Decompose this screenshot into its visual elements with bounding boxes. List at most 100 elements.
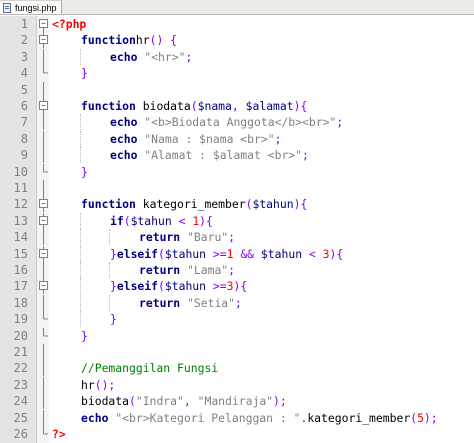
- code-line[interactable]: 19}: [0, 311, 474, 328]
- code-token: }: [81, 164, 88, 179]
- code-text: }elseif($tahun >=1 && $tahun < 3){: [110, 246, 343, 262]
- code-token: $tahun: [260, 246, 303, 261]
- code-line[interactable]: 25 echo "<br>Kategori Pelanggan : ".kateg…: [0, 409, 474, 426]
- code-line[interactable]: 2 functionhr() {: [0, 32, 474, 49]
- fold-line-icon: [38, 229, 49, 246]
- line-number: 19: [13, 312, 28, 327]
- indent-guide: [80, 130, 81, 147]
- code-token: (: [123, 213, 131, 228]
- code-token: $tahun: [130, 213, 172, 228]
- code-line[interactable]: 7 echo "<b>Biodata Anggota</b><br>";: [0, 114, 474, 131]
- code-line[interactable]: 3 echo "<hr>";: [0, 48, 474, 65]
- code-line[interactable]: 17}elseif($tahun >=3){: [0, 278, 474, 295]
- code-text: echo "Alamat : $alamat <br>";: [110, 147, 309, 163]
- fold-line-icon: [38, 65, 49, 81]
- code-text: functionhr() {: [81, 32, 177, 48]
- line-number: 20: [13, 328, 28, 343]
- indent-guide: [80, 262, 81, 278]
- line-number: 10: [13, 164, 28, 179]
- code-token: ,: [183, 394, 191, 409]
- line-number: 12: [13, 197, 28, 212]
- code-line[interactable]: 21: [0, 344, 474, 360]
- code-token: &&: [240, 246, 255, 261]
- fold-toggle-icon[interactable]: [38, 196, 49, 213]
- code-token: "Baru": [187, 230, 229, 245]
- code-line[interactable]: 9 echo "Alamat : $alamat <br>";: [0, 147, 474, 164]
- code-token: ,: [231, 99, 239, 113]
- code-text: }: [81, 65, 88, 81]
- code-line[interactable]: 24 biodata("Indra", "Mandiraja");: [0, 393, 474, 410]
- code-line[interactable]: 13 if($tahun < 1){: [0, 212, 474, 229]
- indent-guide: [109, 262, 110, 278]
- code-line[interactable]: 22 //Pemanggilan Fungsi: [0, 360, 474, 377]
- code-line[interactable]: 5: [0, 81, 474, 98]
- code-token: }: [110, 246, 117, 261]
- line-number: 6: [20, 99, 28, 113]
- code-token: elseif: [116, 279, 159, 294]
- code-line[interactable]: 4}: [0, 65, 474, 81]
- code-line[interactable]: 23 hr();: [0, 376, 474, 393]
- code-token: kategori_member: [307, 410, 411, 425]
- code-text: }: [81, 164, 88, 180]
- fold-line-icon: [38, 81, 49, 98]
- line-number: 15: [13, 246, 28, 261]
- code-line[interactable]: 18 return "Setia";: [0, 294, 474, 311]
- code-token: echo: [110, 115, 138, 130]
- code-line[interactable]: 20}: [0, 327, 474, 344]
- indent-guide: [80, 48, 81, 65]
- line-number: 24: [13, 394, 28, 409]
- code-line[interactable]: 6 function biodata($nama, $alamat){: [0, 98, 474, 114]
- indent-guide: [80, 229, 81, 246]
- code-token: function: [81, 99, 136, 113]
- line-number: 14: [13, 230, 28, 245]
- tab-fungsi-php[interactable]: fungsi.php: [0, 0, 62, 14]
- code-line[interactable]: 14 return "Baru";: [0, 229, 474, 246]
- code-line[interactable]: 11: [0, 180, 474, 196]
- code-text: ?>: [52, 426, 66, 442]
- code-token: function: [81, 197, 136, 212]
- line-number: 8: [20, 131, 28, 146]
- code-token: ){: [233, 279, 248, 294]
- code-line[interactable]: 1 <?php: [0, 16, 474, 32]
- code-line[interactable]: 26 ?>: [0, 426, 474, 442]
- fold-toggle-icon[interactable]: [38, 245, 49, 262]
- indent-guide: [80, 311, 81, 328]
- indent-guide: [80, 147, 81, 164]
- fold-line-icon: [38, 376, 49, 393]
- code-token: if: [110, 213, 124, 228]
- line-number: 3: [20, 49, 28, 64]
- code-text: }elseif($tahun >=3){: [110, 278, 247, 294]
- line-number: 18: [13, 295, 28, 310]
- fold-toggle-icon[interactable]: [38, 16, 49, 32]
- fold-line-icon: [38, 130, 49, 147]
- code-token: ;: [235, 295, 242, 310]
- code-editor[interactable]: 1 <?php 2 functionhr() {3 echo "<hr>"; 4} 5 6 fu…: [0, 16, 474, 443]
- line-number: 4: [20, 66, 28, 81]
- fold-line-icon: [38, 48, 49, 65]
- code-line[interactable]: 15 }elseif($tahun >=1 && $tahun < 3){: [0, 245, 474, 262]
- fold-line-icon: [38, 344, 49, 360]
- code-line[interactable]: 16 return "Lama";: [0, 262, 474, 278]
- fold-toggle-icon[interactable]: [38, 32, 49, 49]
- code-line[interactable]: 8 echo "Nama : $nama <br>";: [0, 130, 474, 147]
- fold-toggle-icon[interactable]: [38, 212, 49, 229]
- fold-toggle-icon[interactable]: [38, 98, 49, 114]
- code-token: 3: [322, 246, 330, 261]
- code-line[interactable]: 10}: [0, 163, 474, 180]
- fold-line-icon: [38, 294, 49, 311]
- fold-toggle-icon[interactable]: [38, 278, 49, 295]
- code-token: }: [81, 328, 88, 343]
- code-line[interactable]: 12 function kategori_member($tahun){: [0, 196, 474, 213]
- code-text: function kategori_member($tahun){: [81, 196, 307, 212]
- line-number: 25: [13, 410, 28, 425]
- code-token: >=: [212, 246, 227, 261]
- code-token: $nama: [197, 99, 232, 113]
- line-number: 5: [20, 82, 28, 97]
- code-token: ){: [329, 246, 344, 261]
- code-token: "Nama : $nama <br>": [144, 131, 275, 146]
- code-token: hr: [135, 33, 150, 48]
